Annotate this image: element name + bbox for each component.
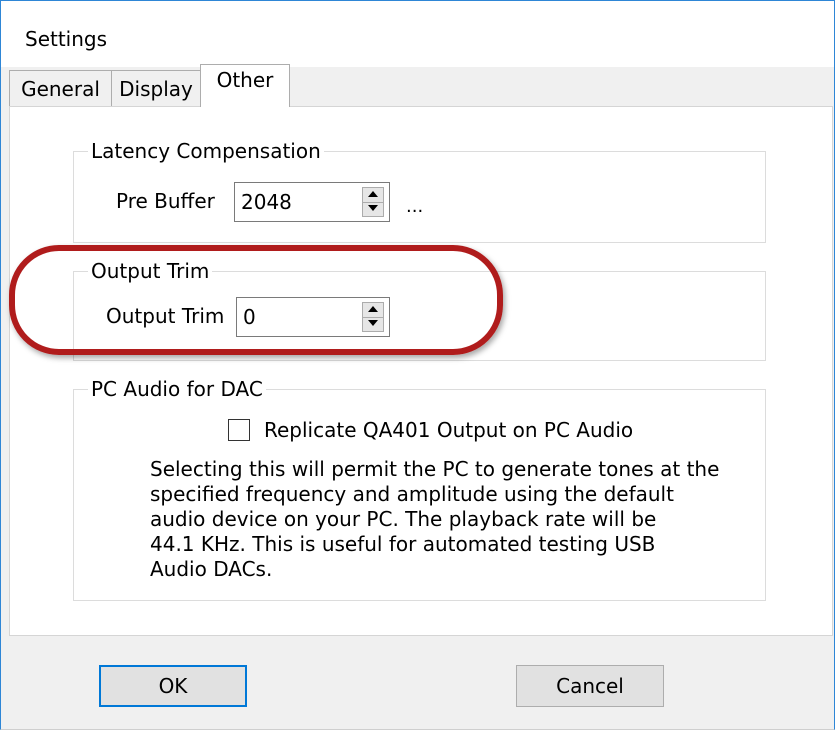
window-title: Settings bbox=[25, 27, 108, 51]
chevron-up-icon bbox=[368, 191, 378, 197]
chevron-up-icon bbox=[368, 306, 378, 312]
chevron-down-icon bbox=[368, 205, 378, 211]
pre-buffer-increment-button[interactable] bbox=[363, 188, 383, 203]
output-trim-value: 0 bbox=[243, 305, 256, 329]
tab-other[interactable]: Other bbox=[200, 64, 290, 107]
tab-general[interactable]: General bbox=[9, 70, 112, 106]
replicate-output-label[interactable]: Replicate QA401 Output on PC Audio bbox=[264, 418, 633, 442]
pre-buffer-value: 2048 bbox=[241, 190, 292, 214]
settings-dialog: Settings General Display Other Latency C… bbox=[0, 0, 835, 730]
pre-buffer-spin-buttons bbox=[362, 187, 384, 217]
latency-compensation-label: Latency Compensation bbox=[88, 139, 324, 163]
title-bar: Settings bbox=[1, 1, 834, 67]
tab-panel-other: Latency Compensation Pre Buffer 2048 ...… bbox=[9, 106, 833, 636]
output-trim-decrement-button[interactable] bbox=[363, 317, 383, 331]
pre-buffer-spinner[interactable]: 2048 bbox=[234, 182, 390, 222]
replicate-output-checkbox[interactable] bbox=[228, 419, 250, 441]
ok-button[interactable]: OK bbox=[99, 665, 247, 707]
output-trim-group-label: Output Trim bbox=[88, 259, 213, 283]
pc-audio-description: Selecting this will permit the PC to gen… bbox=[150, 457, 720, 581]
cancel-button[interactable]: Cancel bbox=[516, 665, 664, 707]
output-trim-spin-buttons bbox=[362, 302, 384, 332]
chevron-down-icon bbox=[368, 320, 378, 326]
output-trim-field-label: Output Trim bbox=[106, 304, 225, 328]
pre-buffer-label: Pre Buffer bbox=[116, 189, 215, 213]
output-trim-increment-button[interactable] bbox=[363, 303, 383, 318]
output-trim-spinner[interactable]: 0 bbox=[236, 297, 390, 337]
tab-display[interactable]: Display bbox=[111, 70, 201, 106]
pc-audio-group-label: PC Audio for DAC bbox=[88, 377, 266, 401]
pre-buffer-ellipsis: ... bbox=[406, 196, 424, 217]
pre-buffer-decrement-button[interactable] bbox=[363, 202, 383, 216]
